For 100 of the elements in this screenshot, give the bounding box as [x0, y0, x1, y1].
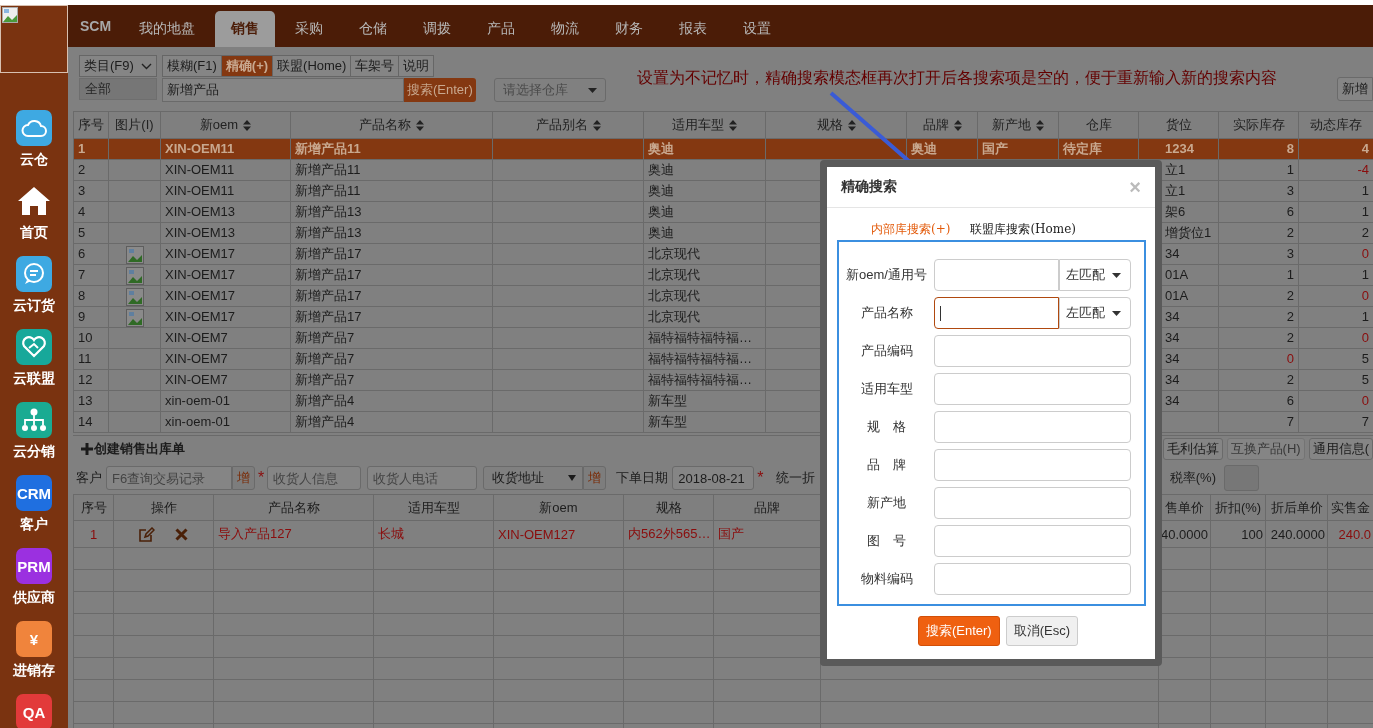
table-cell: XIN-OEM13 — [165, 225, 236, 240]
date-field[interactable]: 2018-08-21 — [672, 466, 755, 490]
customer-field[interactable]: F6查询交易记录 — [106, 466, 232, 490]
phone-field[interactable]: 收货人电话 — [367, 466, 478, 490]
cloud-icon[interactable] — [16, 110, 52, 146]
app-badge[interactable]: ¥ — [16, 621, 52, 657]
nav-tab[interactable]: 物流 — [535, 11, 596, 47]
table-cell: 新车型 — [648, 414, 687, 429]
field-label: 规 格 — [866, 418, 907, 436]
delete-icon[interactable] — [175, 528, 188, 542]
table-cell: 7 — [1286, 414, 1294, 429]
field-label: 新产地 — [866, 494, 907, 512]
match-select[interactable]: 左匹配 — [1059, 259, 1131, 291]
column-header[interactable]: 货位 — [1138, 111, 1219, 139]
table-row[interactable]: 1 XIN-OEM11 新增产品11 奥迪 奥迪 国产 待定库 1234 8 4 — [73, 138, 1373, 160]
nav-tab[interactable]: 采购 — [279, 11, 340, 47]
table-cell: 国产 — [982, 141, 1008, 156]
table-cell: 导入产品127 — [218, 526, 292, 541]
column-header[interactable]: 规格 — [765, 111, 907, 139]
nav-tab[interactable]: 财务 — [599, 11, 660, 47]
cancel-button[interactable]: 取消(Esc) — [1005, 616, 1079, 646]
column-header: 折扣(%) — [1210, 494, 1266, 521]
column-header[interactable]: 仓库 — [1058, 111, 1139, 139]
heart-hands-icon[interactable] — [16, 329, 52, 365]
table-cell: 北京现代 — [648, 288, 700, 303]
sidebar-label[interactable]: 云分销 — [13, 443, 55, 461]
nav-tab[interactable]: 产品 — [471, 11, 532, 47]
action-button[interactable]: 毛利估算 — [1162, 438, 1223, 460]
sidebar-label[interactable]: 云订货 — [13, 297, 55, 315]
nav-tab[interactable]: 调拨 — [407, 11, 468, 47]
app-badge[interactable]: QA — [16, 694, 52, 728]
table-cell: XIN-OEM7 — [165, 330, 228, 345]
table-cell: 3 — [1286, 183, 1294, 198]
action-button[interactable]: 通用信息( — [1308, 438, 1373, 460]
search-button[interactable]: 搜索(Enter) — [917, 616, 1000, 646]
table-cell: 4 — [78, 204, 86, 219]
nav-tab[interactable]: 报表 — [663, 11, 724, 47]
column-header[interactable]: 新产地 — [977, 111, 1059, 139]
table-cell: 240.0 — [1338, 526, 1371, 542]
table-cell: 新增产品4 — [295, 393, 355, 408]
new-button[interactable]: 新增 — [1337, 77, 1373, 101]
column-header[interactable]: 图片(I) — [108, 111, 161, 139]
table-cell: 新增产品4 — [295, 414, 355, 429]
app-badge[interactable]: CRM — [16, 475, 52, 511]
sidebar-label[interactable]: 首页 — [20, 224, 48, 242]
table-cell: 内562外565… — [628, 526, 711, 541]
table-cell: 福特福特福特福… — [648, 351, 752, 366]
nav-tab[interactable]: 我的地盘 — [123, 11, 212, 47]
edit-icon[interactable] — [139, 527, 155, 543]
address-select[interactable]: 收货地址 — [483, 466, 584, 490]
column-header: 折后单价 — [1265, 494, 1328, 521]
nav-tab[interactable]: 销售 — [215, 11, 276, 47]
sidebar-label[interactable]: 云联盟 — [13, 370, 55, 388]
chat-icon[interactable] — [16, 256, 52, 292]
column-header[interactable]: 序号 — [73, 111, 109, 139]
table-cell: XIN-OEM7 — [165, 372, 228, 387]
column-header[interactable]: 产品别名 — [492, 111, 644, 139]
nav-tab[interactable]: 设置 — [727, 11, 788, 47]
sidebar-label[interactable]: 云仓 — [20, 151, 48, 169]
table-cell: 架6 — [1165, 204, 1186, 219]
add-button[interactable]: 增 — [583, 466, 607, 490]
app-badge[interactable]: PRM — [16, 548, 52, 584]
sidebar-label[interactable]: 供应商 — [13, 589, 55, 607]
table-cell: 立1 — [1165, 183, 1186, 198]
table-cell: XIN-OEM17 — [165, 267, 236, 282]
search-mode-tab[interactable]: 精确(+) — [220, 55, 274, 77]
match-select[interactable]: 左匹配 — [1059, 297, 1131, 329]
table-cell: 奥迪 — [648, 183, 674, 198]
broken-image-icon — [125, 266, 144, 285]
table-cell: 1 — [1286, 267, 1294, 282]
category-field[interactable]: 全部 — [79, 78, 157, 100]
table-cell: 长城 — [378, 526, 404, 541]
sidebar-label[interactable]: 进销存 — [13, 662, 55, 680]
field-label: 物料编码 — [859, 570, 914, 588]
table-cell: XIN-OEM17 — [165, 288, 236, 303]
table-cell: xin-oem-01 — [165, 393, 231, 408]
add-button[interactable]: 增 — [232, 466, 255, 490]
search-field[interactable]: 新增产品 — [162, 78, 404, 102]
consignee-field[interactable]: 收货人信息 — [267, 466, 362, 490]
column-header[interactable]: 品牌 — [906, 111, 978, 139]
table-cell: 2 — [1286, 225, 1294, 240]
table-cell: 新增产品17 — [295, 309, 362, 324]
sidebar-label[interactable]: 客户 — [20, 516, 48, 534]
network-icon[interactable] — [16, 402, 52, 438]
input-field[interactable] — [934, 297, 1059, 329]
search-mode-tab[interactable]: 联盟(Home) — [272, 55, 352, 77]
column-header: 操作 — [113, 494, 214, 521]
column-header[interactable]: 动态库存 — [1298, 111, 1373, 139]
category-select[interactable]: 类目(F9) — [79, 55, 157, 77]
search-mode-tab[interactable]: 说明 — [398, 55, 435, 77]
search-mode-tab[interactable]: 模糊(F1) — [162, 55, 222, 77]
table-cell: 1 — [78, 141, 86, 156]
search-button[interactable]: 搜索(Enter) — [404, 78, 476, 102]
column-header[interactable]: 适用车型 — [643, 111, 766, 139]
search-mode-tab[interactable]: 车架号 — [350, 55, 400, 77]
column-header[interactable]: 新oem — [160, 111, 291, 139]
table-cell: 奥迪 — [648, 141, 674, 156]
column-header[interactable]: 实际库存 — [1218, 111, 1299, 139]
column-header[interactable]: 产品名称 — [290, 111, 493, 139]
nav-tab[interactable]: 仓储 — [343, 11, 404, 47]
